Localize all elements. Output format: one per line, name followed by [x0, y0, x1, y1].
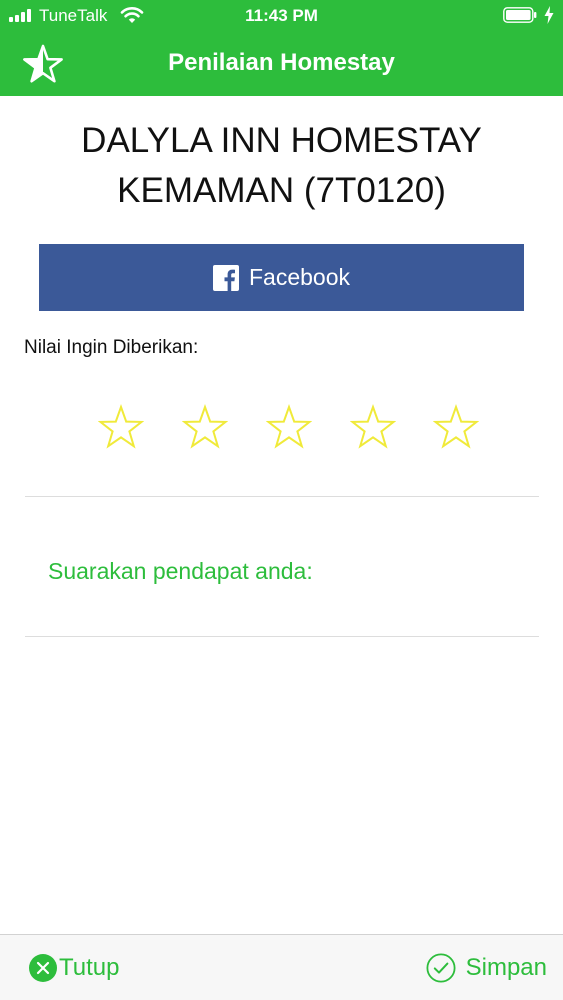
rating-star-1-icon[interactable]	[98, 404, 144, 450]
homestay-name: DALYLA INN HOMESTAY KEMAMAN (7T0120)	[81, 121, 482, 210]
signal-strength-icon	[9, 8, 39, 22]
app-top-area: TuneTalk 11:43 PM Penilaian Homestay	[0, 0, 563, 96]
status-bar: TuneTalk 11:43 PM	[0, 0, 563, 32]
rating-star-3-icon[interactable]	[266, 404, 312, 450]
battery-icon	[503, 7, 537, 23]
bottom-toolbar: Tutup Simpan	[0, 934, 563, 1000]
star-outline-icon[interactable]	[22, 44, 64, 84]
rating-label: Nilai Ingin Diberikan:	[24, 337, 199, 358]
close-button[interactable]: Tutup	[28, 952, 119, 984]
facebook-button-content: Facebook	[39, 244, 524, 311]
check-circle-icon	[426, 953, 456, 983]
facebook-button[interactable]: Facebook	[39, 244, 524, 311]
star-rating	[0, 404, 563, 454]
save-button-label: Simpan	[465, 954, 547, 981]
save-button[interactable]: Simpan	[426, 952, 547, 984]
close-button-label: Tutup	[59, 954, 120, 981]
rating-star-4-icon[interactable]	[350, 404, 396, 450]
facebook-icon	[212, 264, 239, 291]
rating-star-5-icon[interactable]	[433, 404, 479, 450]
divider	[25, 636, 539, 637]
wifi-icon	[120, 6, 144, 23]
screen: TuneTalk 11:43 PM Penilaian Homestay DAL…	[0, 0, 563, 1000]
comment-input[interactable]	[25, 498, 539, 635]
facebook-button-label: Facebook	[248, 264, 350, 290]
rating-star-2-icon[interactable]	[182, 404, 228, 450]
divider	[25, 496, 539, 497]
carrier-name: TuneTalk	[39, 6, 108, 25]
close-circle-icon	[29, 954, 57, 982]
app-header: Penilaian Homestay	[0, 32, 563, 96]
page-title: Penilaian Homestay	[168, 49, 395, 76]
charging-icon	[544, 6, 554, 24]
